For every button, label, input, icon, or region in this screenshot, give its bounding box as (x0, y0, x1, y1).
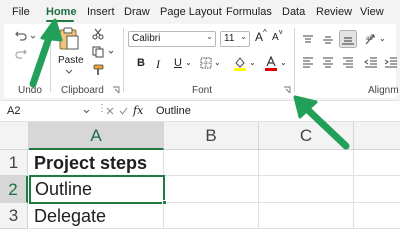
ribbon-tabs: File Home Insert Draw Page Layout Formul… (0, 0, 400, 24)
copy-icon[interactable] (92, 46, 106, 58)
cut-icon[interactable] (92, 28, 104, 40)
font-size-dropdown[interactable]: 11 ⌄ (220, 31, 250, 47)
cell-a3[interactable]: Delegate (29, 203, 164, 229)
column-header-c[interactable]: C (259, 122, 354, 150)
active-cell-a2[interactable]: Outline (29, 175, 165, 204)
fill-handle[interactable] (162, 200, 167, 205)
worksheet-grid: A B C 1 Project steps 2 3 Delegate Outli… (0, 122, 400, 229)
row-header-1[interactable]: 1 (0, 150, 28, 176)
top-align-icon[interactable] (302, 34, 314, 46)
divider (294, 28, 295, 92)
tab-draw[interactable]: Draw (124, 6, 150, 18)
cell-b2[interactable] (164, 176, 259, 203)
chevron-down-icon: ⌄ (206, 32, 213, 41)
middle-align-icon[interactable] (322, 34, 334, 46)
underline-button[interactable]: U (174, 57, 182, 69)
cell-b1[interactable] (164, 150, 259, 176)
italic-button[interactable]: I (156, 57, 160, 72)
cell-c1[interactable] (259, 150, 354, 176)
tab-file[interactable]: File (12, 6, 30, 18)
undo-group-label: Undo (18, 85, 42, 96)
tab-home[interactable]: Home (46, 6, 77, 18)
grow-font-button[interactable]: A (255, 30, 263, 44)
insert-function-button[interactable]: fx (133, 104, 143, 117)
paste-icon[interactable] (58, 26, 80, 50)
formula-bar: A2 ⋮ fx Outline (0, 100, 400, 122)
redo-icon[interactable] (14, 46, 28, 60)
select-all-corner[interactable] (0, 122, 29, 150)
align-center-icon[interactable] (322, 56, 334, 68)
fill-color-dropdown-icon[interactable]: ⌄ (249, 58, 256, 67)
borders-dropdown-icon[interactable]: ⌄ (214, 58, 221, 67)
fill-color-icon[interactable] (233, 55, 247, 71)
column-header-next[interactable] (354, 122, 400, 150)
align-left-icon[interactable] (302, 56, 314, 68)
confirm-entry-icon[interactable] (119, 107, 128, 115)
borders-icon[interactable] (200, 57, 212, 69)
chevron-down-icon: ⌄ (240, 32, 247, 41)
undo-icon[interactable] (14, 28, 28, 42)
cell-d2[interactable] (354, 176, 400, 203)
divider (50, 28, 51, 92)
name-box[interactable]: A2 (4, 104, 84, 119)
cell-b3[interactable] (164, 203, 259, 229)
orientation-dropdown-icon[interactable]: ⌄ (379, 34, 386, 43)
shrink-font-button[interactable]: A (272, 32, 279, 43)
font-color-dropdown-icon[interactable]: ⌄ (280, 58, 287, 67)
cell-c2[interactable] (259, 176, 354, 203)
undo-dropdown-icon[interactable] (30, 34, 36, 40)
clipboard-group-label: Clipboard (61, 85, 104, 96)
svg-text:ab: ab (366, 36, 373, 42)
row-header-3[interactable]: 3 (0, 203, 28, 229)
format-painter-icon[interactable] (92, 64, 106, 76)
tab-data[interactable]: Data (282, 6, 305, 18)
cell-d3[interactable] (354, 203, 400, 229)
font-name-dropdown[interactable]: Calibri ⌄ (128, 31, 216, 47)
tab-formulas[interactable]: Formulas (226, 6, 272, 18)
formula-input[interactable]: Outline (156, 105, 191, 117)
tab-insert[interactable]: Insert (87, 6, 115, 18)
cell-d1[interactable] (354, 150, 400, 176)
row-header-2[interactable]: 2 (0, 176, 28, 203)
font-launcher-icon[interactable] (283, 86, 291, 94)
align-right-icon[interactable] (342, 56, 354, 68)
font-color-swatch (265, 68, 277, 71)
cancel-entry-icon[interactable] (106, 107, 114, 115)
font-color-icon[interactable] (264, 55, 278, 71)
cell-c3[interactable] (259, 203, 354, 229)
grow-font-arrow-icon: ^ (263, 28, 267, 37)
tab-page-layout[interactable]: Page Layout (160, 6, 222, 18)
ribbon: Undo Paste Clipboard Calibri ⌄ 11 ⌄ A ^ … (0, 24, 400, 100)
tab-review[interactable]: Review (316, 6, 352, 18)
name-box-dropdown-icon[interactable] (83, 109, 90, 114)
ribbon-panel: Undo Paste Clipboard Calibri ⌄ 11 ⌄ A ^ … (4, 24, 399, 98)
cell-a1[interactable]: Project steps (29, 150, 164, 176)
orientation-icon[interactable]: ab (364, 32, 378, 46)
bold-button[interactable]: B (137, 57, 145, 69)
paste-button-label[interactable]: Paste (58, 55, 84, 66)
shrink-font-arrow-icon: v (279, 29, 283, 36)
fill-color-swatch (234, 68, 246, 71)
paste-dropdown-icon[interactable] (65, 69, 73, 75)
increase-indent-icon[interactable] (384, 56, 398, 68)
underline-dropdown-icon[interactable]: ⌄ (185, 58, 192, 67)
alignment-group-label: Alignm (368, 85, 399, 96)
font-group-label: Font (192, 85, 213, 96)
column-header-b[interactable]: B (164, 122, 259, 150)
font-name-value: Calibri (132, 33, 161, 44)
copy-dropdown-icon[interactable] (108, 50, 114, 55)
divider (123, 28, 124, 92)
decrease-indent-icon[interactable] (364, 56, 378, 68)
bottom-align-icon[interactable] (339, 30, 357, 48)
active-tab-indicator (46, 20, 74, 22)
font-size-value: 11 (224, 33, 235, 44)
tab-view[interactable]: View (360, 6, 384, 18)
clipboard-launcher-icon[interactable] (112, 86, 120, 94)
column-header-a[interactable]: A (29, 122, 164, 150)
